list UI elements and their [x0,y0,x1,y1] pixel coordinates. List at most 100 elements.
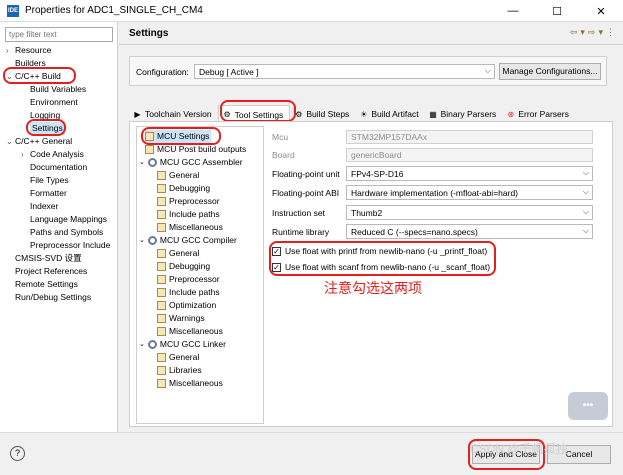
runtime-library-select[interactable]: Reduced C (--specs=nano.specs) ⌵ [346,224,593,239]
nav-item-logging[interactable]: Logging [30,109,60,122]
close-button[interactable]: ✕ [579,0,623,22]
tab-binary-parsers[interactable]: ▦ Binary Parsers [425,105,503,121]
tree-item-linker[interactable]: ⌄ MCU GCC Linker [139,338,226,351]
nav-item-formatter[interactable]: Formatter [30,187,67,200]
nav-item-project-references[interactable]: Project References [15,265,87,278]
tab-bar: ▶ Toolchain Version ⚙ Tool Settings ⚙ Build… [129,105,575,121]
history-nav: ⇦ ▾ ⇨ ▾ ⋮ [570,27,615,38]
nav-item-settings[interactable]: Settings [30,122,65,135]
nav-item-file-types[interactable]: File Types [30,174,69,187]
tree-item-cc-include-paths[interactable]: Include paths [157,286,220,299]
option-icon [157,249,166,258]
filter-input[interactable] [5,27,113,42]
nav-item-remote-settings[interactable]: Remote Settings [15,278,78,291]
tree-item-asm-general[interactable]: General [157,169,199,182]
nav-item-label: Preprocessor Include [30,240,111,250]
maximize-button[interactable]: ☐ [535,0,579,22]
tree-label: General [169,352,200,362]
chevron-down-icon: ⌄ [6,72,13,81]
printf-float-option[interactable]: ✓ Use float with printf from newlib-nano … [272,246,487,256]
nav-item-build-variables[interactable]: Build Variables [30,83,86,96]
tree-item-cc-general[interactable]: General [157,247,199,260]
nav-item-paths-symbols[interactable]: Paths and Symbols [30,226,103,239]
abi-select[interactable]: Hardware implementation (-mfloat-abi=har… [346,185,593,200]
tree-item-asm-debugging[interactable]: Debugging [157,182,210,195]
configuration-value: Debug [ Active ] [199,67,259,77]
fpu-value: FPv4-SP-D16 [351,169,404,179]
tab-error-parsers[interactable]: ⊗ Error Parsers [502,105,575,121]
settings-pane: Settings ⇦ ▾ ⇨ ▾ ⋮ Configuration: Debug … [119,22,623,432]
back-menu-icon[interactable]: ▾ [580,27,585,38]
back-arrow-icon[interactable]: ⇦ [570,27,578,38]
nav-item-cpp-build[interactable]: ⌄ C/C++ Build [6,70,61,83]
nav-item-builders[interactable]: Builders [15,57,46,70]
tree-item-mcu-settings[interactable]: MCU Settings [145,130,212,143]
fpu-label: Floating-point unit [272,169,340,179]
nav-item-documentation[interactable]: Documentation [30,161,87,174]
tree-item-asm-misc[interactable]: Miscellaneous [157,221,223,234]
tab-build-artifact[interactable]: ☀ Build Artifact [355,105,424,121]
tree-item-asm-include-paths[interactable]: Include paths [157,208,220,221]
tree-item-assembler[interactable]: ⌄ MCU GCC Assembler [139,156,243,169]
tree-item-cc-debugging[interactable]: Debugging [157,260,210,273]
tree-label: General [169,170,200,180]
gear-icon [147,236,157,245]
tab-label: Binary Parsers [440,109,497,119]
nav-item-code-analysis[interactable]: › Code Analysis [21,148,84,161]
nav-item-indexer[interactable]: Indexer [30,200,58,213]
tree-label: Preprocessor [169,274,220,284]
fpu-select[interactable]: FPv4-SP-D16 ⌵ [346,166,593,181]
gear-icon [147,340,157,349]
nav-item-cmsis-svd[interactable]: CMSIS-SVD 设置 [15,252,82,265]
view-menu-icon[interactable]: ⋮ [606,27,615,38]
runtime-library-label: Runtime library [272,227,330,237]
board-label: Board [272,150,295,160]
tab-build-steps[interactable]: ⚙ Build Steps [290,105,355,121]
nav-item-preprocessor-include[interactable]: Preprocessor Include [30,239,110,252]
nav-item-resource[interactable]: › Resource [6,44,51,57]
tree-item-cc-optimization[interactable]: Optimization [157,299,216,312]
instruction-set-select[interactable]: Thumb2 ⌵ [346,205,593,220]
forward-arrow-icon[interactable]: ⇨ [588,27,596,38]
minimize-button[interactable]: — [491,0,535,22]
tree-item-post-build[interactable]: MCU Post build outputs [145,143,246,156]
tab-label: Tool Settings [234,109,284,120]
tab-tool-settings[interactable]: ⚙ Tool Settings [217,105,291,121]
toolchain-icon: ▶ [134,109,141,119]
nav-item-cpp-general[interactable]: ⌄ C/C++ General [6,135,72,148]
board-field: genericBoard [346,148,593,162]
manage-configurations-button[interactable]: Manage Configurations... [499,63,601,80]
option-icon [157,210,166,219]
chevron-down-icon: ⌄ [139,341,145,348]
tree-item-cc-preprocessor[interactable]: Preprocessor [157,273,220,286]
tree-item-ld-misc[interactable]: Miscellaneous [157,377,223,390]
tree-item-cc-warnings[interactable]: Warnings [157,312,205,325]
tab-label: Build Steps [306,109,350,119]
nav-item-label: Remote Settings [15,279,78,289]
tree-label: MCU GCC Compiler [159,235,237,245]
forward-menu-icon[interactable]: ▾ [598,27,603,38]
nav-item-environment[interactable]: Environment [30,96,78,109]
help-icon[interactable]: ? [10,446,25,461]
tree-item-cc-misc[interactable]: Miscellaneous [157,325,223,338]
nav-item-label: Environment [30,97,78,107]
tree-item-compiler[interactable]: ⌄ MCU GCC Compiler [139,234,237,247]
printf-float-checkbox[interactable]: ✓ [272,246,281,256]
runtime-library-value: Reduced C (--specs=nano.specs) [351,227,478,237]
nav-item-language-mappings[interactable]: Language Mappings [30,213,107,226]
option-icon [157,171,166,180]
scanf-float-checkbox[interactable]: ✓ [272,262,281,272]
tree-item-ld-libraries[interactable]: Libraries [157,364,202,377]
nav-item-label: Project References [15,266,88,276]
scanf-float-option[interactable]: ✓ Use float with scanf from newlib-nano (… [272,262,490,272]
nav-item-label: Builders [15,58,46,68]
tab-toolchain-version[interactable]: ▶ Toolchain Version [129,105,218,121]
gear-icon [147,158,157,167]
nav-item-run-debug[interactable]: Run/Debug Settings [15,291,91,304]
tree-label: Debugging [169,183,211,193]
tree-item-ld-general[interactable]: General [157,351,199,364]
configuration-select[interactable]: Debug [ Active ] ⌵ [194,64,495,79]
tool-settings-tree: MCU Settings MCU Post build outputs ⌄ MCU… [136,126,264,424]
tree-label: MCU GCC Assembler [159,157,243,167]
tree-item-asm-preprocessor[interactable]: Preprocessor [157,195,220,208]
